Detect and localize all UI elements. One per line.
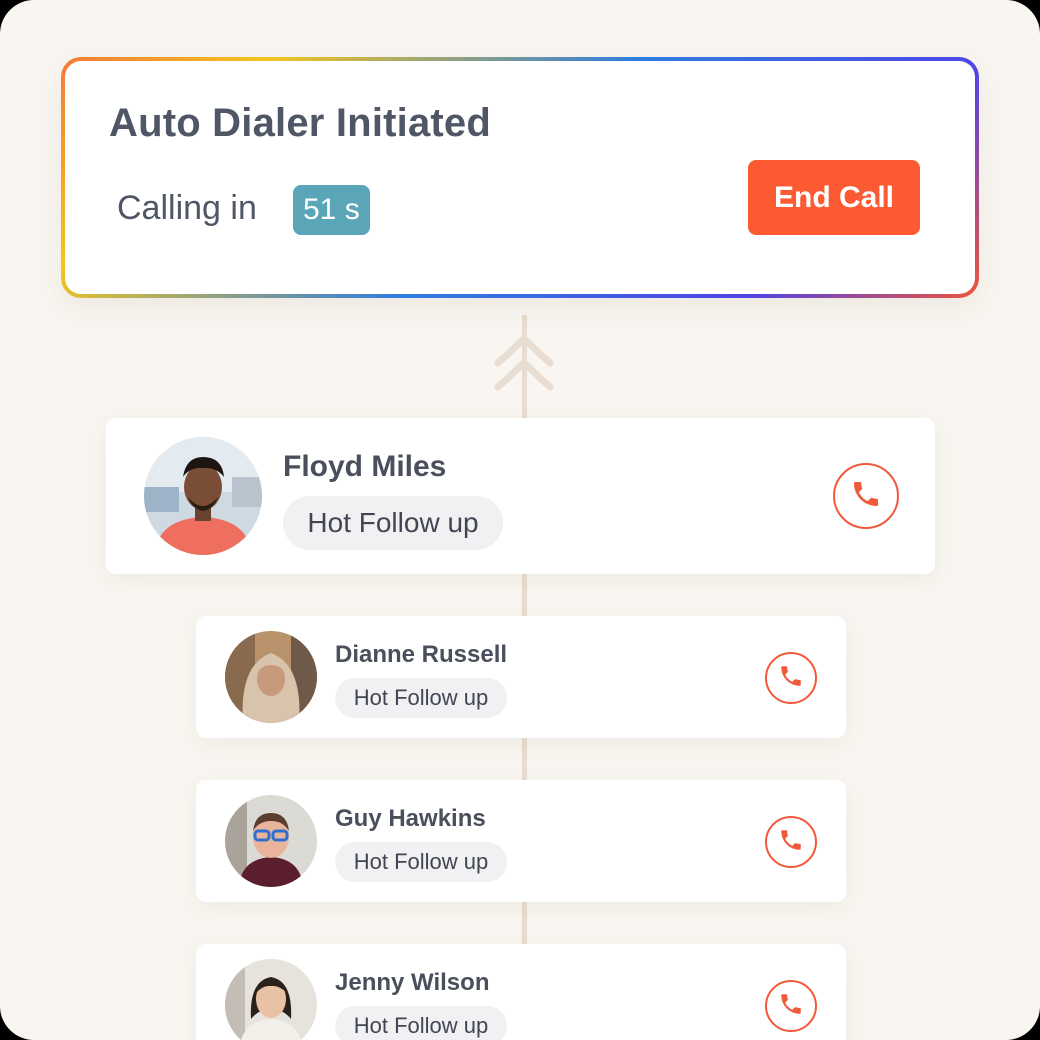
avatar bbox=[144, 437, 262, 555]
contact-card[interactable]: Guy Hawkins Hot Follow up bbox=[196, 780, 846, 902]
phone-icon bbox=[778, 663, 804, 694]
end-call-button[interactable]: End Call bbox=[748, 160, 920, 235]
contact-card[interactable]: Jenny Wilson Hot Follow up bbox=[196, 944, 846, 1040]
calling-label: Calling in bbox=[117, 189, 257, 227]
dialer-panel: Auto Dialer Initiated Calling in 51 s En… bbox=[0, 0, 1040, 1040]
phone-icon bbox=[850, 478, 882, 515]
avatar bbox=[225, 631, 317, 723]
contact-name: Floyd Miles bbox=[283, 450, 447, 483]
countdown-badge: 51 s bbox=[293, 185, 370, 235]
up-chevron-icon bbox=[494, 333, 554, 398]
call-button[interactable] bbox=[833, 463, 899, 529]
dialer-title: Auto Dialer Initiated bbox=[109, 101, 492, 145]
contact-card[interactable]: Floyd Miles Hot Follow up bbox=[106, 418, 935, 574]
call-button[interactable] bbox=[765, 816, 817, 868]
contact-name: Guy Hawkins bbox=[335, 805, 486, 832]
status-tag: Hot Follow up bbox=[335, 678, 507, 718]
status-tag: Hot Follow up bbox=[283, 496, 503, 550]
contact-name: Dianne Russell bbox=[335, 641, 508, 668]
avatar bbox=[225, 795, 317, 887]
status-tag: Hot Follow up bbox=[335, 842, 507, 882]
phone-icon bbox=[778, 827, 804, 858]
status-tag: Hot Follow up bbox=[335, 1006, 507, 1040]
contact-card[interactable]: Dianne Russell Hot Follow up bbox=[196, 616, 846, 738]
call-button[interactable] bbox=[765, 652, 817, 704]
contact-name: Jenny Wilson bbox=[335, 969, 490, 996]
avatar bbox=[225, 959, 317, 1040]
auto-dialer-card: Auto Dialer Initiated Calling in 51 s En… bbox=[61, 57, 979, 298]
call-button[interactable] bbox=[765, 980, 817, 1032]
phone-icon bbox=[778, 991, 804, 1022]
